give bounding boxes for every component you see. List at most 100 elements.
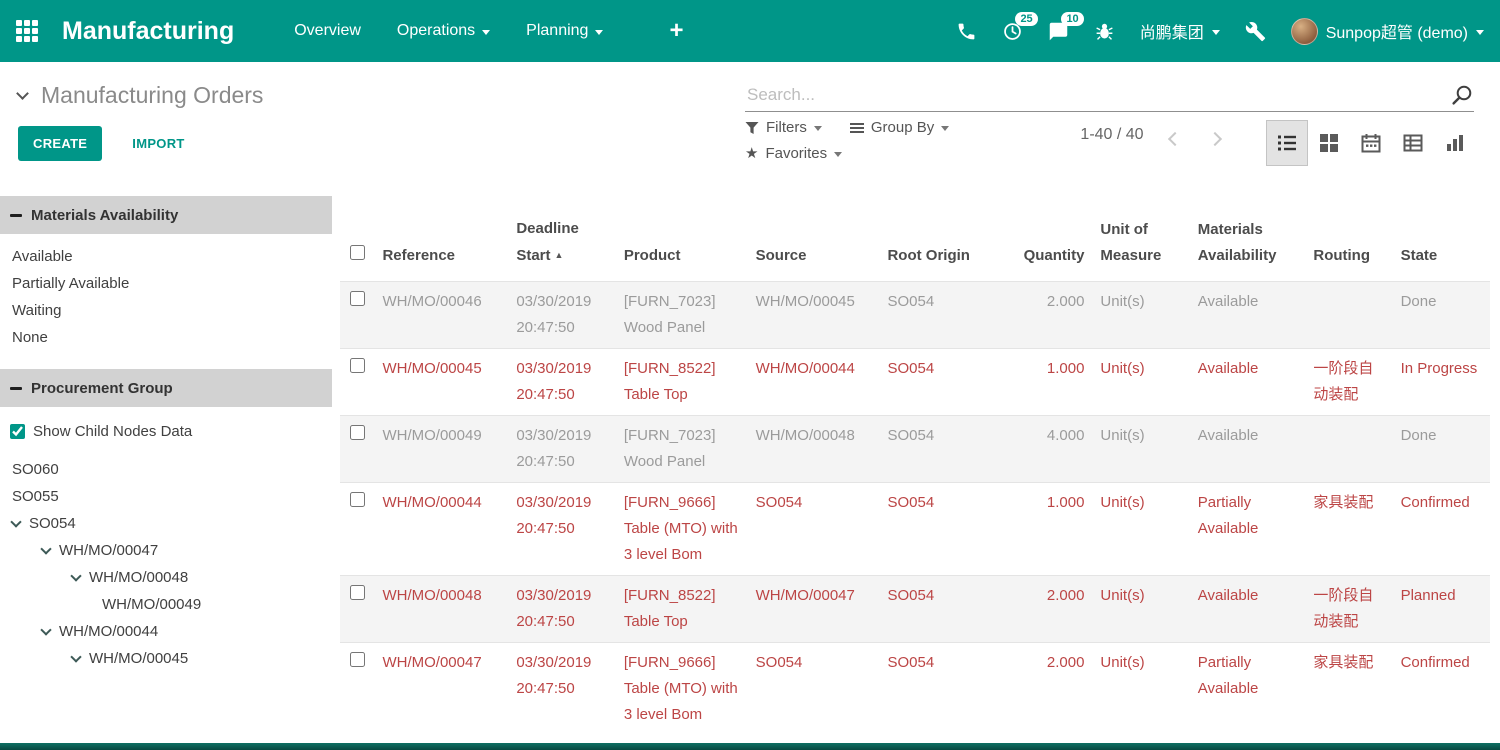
- menu-planning[interactable]: Planning: [526, 22, 603, 40]
- activity-count-badge: 25: [1015, 12, 1037, 26]
- tree-node[interactable]: WH/MO/00048: [0, 564, 332, 591]
- tree-node[interactable]: WH/MO/00044: [0, 618, 332, 645]
- availability-section: Materials Availability AvailablePartiall…: [0, 196, 332, 351]
- root-origin-cell: SO054: [879, 416, 1009, 483]
- state-cell: Planned: [1393, 576, 1490, 643]
- group-by-dropdown[interactable]: Group By: [850, 119, 949, 136]
- search-icon[interactable]: [1450, 83, 1474, 107]
- source-cell: SO054: [748, 643, 880, 736]
- chevron-down-icon[interactable]: [10, 516, 21, 527]
- view-switcher: [1266, 120, 1476, 166]
- plus-icon[interactable]: [669, 21, 683, 41]
- table-row[interactable]: WH/MO/0004603/30/201920:47:50[FURN_7023]…: [340, 282, 1490, 349]
- chevron-down-icon[interactable]: [70, 570, 81, 581]
- row-checkbox[interactable]: [350, 425, 365, 440]
- availability-list: AvailablePartially AvailableWaitingNone: [0, 243, 332, 351]
- table-row[interactable]: WH/MO/0004503/30/201920:47:50[FURN_8522]…: [340, 349, 1490, 416]
- row-select-cell: [340, 349, 374, 416]
- tree-node-label: SO054: [29, 515, 76, 532]
- row-checkbox[interactable]: [350, 358, 365, 373]
- filters-dropdown[interactable]: Filters: [745, 119, 822, 136]
- col-product[interactable]: Product: [616, 196, 748, 282]
- filter-option[interactable]: Waiting: [0, 297, 332, 324]
- list-view-icon: [1277, 133, 1297, 153]
- col-routing[interactable]: Routing: [1305, 196, 1392, 282]
- favorites-dropdown[interactable]: ★ Favorites: [745, 145, 842, 162]
- tree-node[interactable]: WH/MO/00049: [0, 591, 332, 618]
- col-source[interactable]: Source: [748, 196, 880, 282]
- tree-node[interactable]: WH/MO/00047: [0, 537, 332, 564]
- col-quantity[interactable]: Quantity: [1009, 196, 1092, 282]
- menu-operations-label: Operations: [397, 22, 475, 40]
- view-graph-button[interactable]: [1434, 120, 1476, 166]
- deadline-cell: 03/30/201920:47:50: [508, 282, 615, 349]
- favorites-label: Favorites: [765, 145, 827, 162]
- filter-option[interactable]: Partially Available: [0, 270, 332, 297]
- company-switcher[interactable]: 尚鹏集团: [1140, 19, 1220, 43]
- pager-next-icon[interactable]: [1208, 132, 1222, 146]
- activities-clock-icon[interactable]: 25: [1002, 21, 1023, 42]
- table-row[interactable]: WH/MO/0004903/30/201920:47:50[FURN_7023]…: [340, 416, 1490, 483]
- phone-icon[interactable]: [956, 21, 977, 42]
- availability-cell: Partially Available: [1190, 643, 1306, 736]
- view-kanban-button[interactable]: [1308, 120, 1350, 166]
- import-button[interactable]: IMPORT: [126, 135, 190, 152]
- col-availability[interactable]: Materials Availability: [1190, 196, 1306, 282]
- chevron-down-icon[interactable]: [70, 651, 81, 662]
- table-row[interactable]: WH/MO/0004703/30/201920:47:50[FURN_9666]…: [340, 643, 1490, 736]
- tree-node[interactable]: SO060: [0, 456, 332, 483]
- filter-option[interactable]: None: [0, 324, 332, 351]
- reference-cell: WH/MO/00049: [374, 416, 508, 483]
- control-panel: Manufacturing Orders CREATE IMPORT Filte…: [0, 62, 1500, 196]
- deadline-cell: 03/30/201920:47:50: [508, 576, 615, 643]
- col-state[interactable]: State: [1393, 196, 1490, 282]
- create-button[interactable]: CREATE: [18, 126, 102, 161]
- chevron-down-icon[interactable]: [40, 543, 51, 554]
- col-root-origin[interactable]: Root Origin: [879, 196, 1009, 282]
- row-checkbox[interactable]: [350, 652, 365, 667]
- deadline-date: 03/30/2019: [516, 289, 607, 315]
- sort-asc-icon: [551, 247, 564, 264]
- orders-tbody: WH/MO/0004603/30/201920:47:50[FURN_7023]…: [340, 282, 1490, 736]
- menu-operations[interactable]: Operations: [397, 22, 490, 40]
- messages-chat-icon[interactable]: 10: [1048, 21, 1069, 42]
- reference-cell: WH/MO/00047: [374, 643, 508, 736]
- search-panel: Materials Availability AvailablePartiall…: [0, 196, 332, 743]
- col-reference[interactable]: Reference: [374, 196, 508, 282]
- col-deadline-start[interactable]: Deadline Start: [508, 196, 615, 282]
- col-uom[interactable]: Unit of Measure: [1092, 196, 1189, 282]
- filters-label: Filters: [766, 119, 807, 136]
- tree-node[interactable]: SO054: [0, 510, 332, 537]
- routing-cell: 家具装配: [1305, 483, 1392, 576]
- procurement-section-header[interactable]: Procurement Group: [0, 369, 332, 407]
- star-icon: ★: [745, 147, 758, 161]
- collapse-chevron-icon[interactable]: [16, 87, 29, 100]
- show-child-nodes-checkbox[interactable]: [10, 424, 25, 439]
- row-checkbox[interactable]: [350, 291, 365, 306]
- pager-previous-icon[interactable]: [1168, 132, 1182, 146]
- menu-overview[interactable]: Overview: [294, 22, 361, 40]
- bug-icon[interactable]: [1094, 21, 1115, 42]
- filter-option[interactable]: Available: [0, 243, 332, 270]
- row-checkbox[interactable]: [350, 585, 365, 600]
- user-menu[interactable]: Sunpop超管 (demo): [1291, 18, 1484, 45]
- uom-cell: Unit(s): [1092, 576, 1189, 643]
- chevron-down-icon: [834, 152, 842, 157]
- uom-cell: Unit(s): [1092, 643, 1189, 736]
- view-list-button[interactable]: [1266, 120, 1308, 166]
- availability-section-header[interactable]: Materials Availability: [0, 196, 332, 234]
- apps-menu-icon[interactable]: [16, 20, 38, 42]
- table-row[interactable]: WH/MO/0004803/30/201920:47:50[FURN_8522]…: [340, 576, 1490, 643]
- search-input[interactable]: [745, 84, 1450, 106]
- deadline-time: 20:47:50: [516, 676, 607, 702]
- tree-node[interactable]: WH/MO/00045: [0, 645, 332, 672]
- chevron-down-icon[interactable]: [40, 624, 51, 635]
- row-checkbox[interactable]: [350, 492, 365, 507]
- table-row[interactable]: WH/MO/0004403/30/201920:47:50[FURN_9666]…: [340, 483, 1490, 576]
- select-all-checkbox[interactable]: [350, 245, 365, 260]
- view-calendar-button[interactable]: [1350, 120, 1392, 166]
- view-pivot-button[interactable]: [1392, 120, 1434, 166]
- search-bar: [745, 78, 1474, 112]
- wrench-icon[interactable]: [1245, 21, 1266, 42]
- tree-node[interactable]: SO055: [0, 483, 332, 510]
